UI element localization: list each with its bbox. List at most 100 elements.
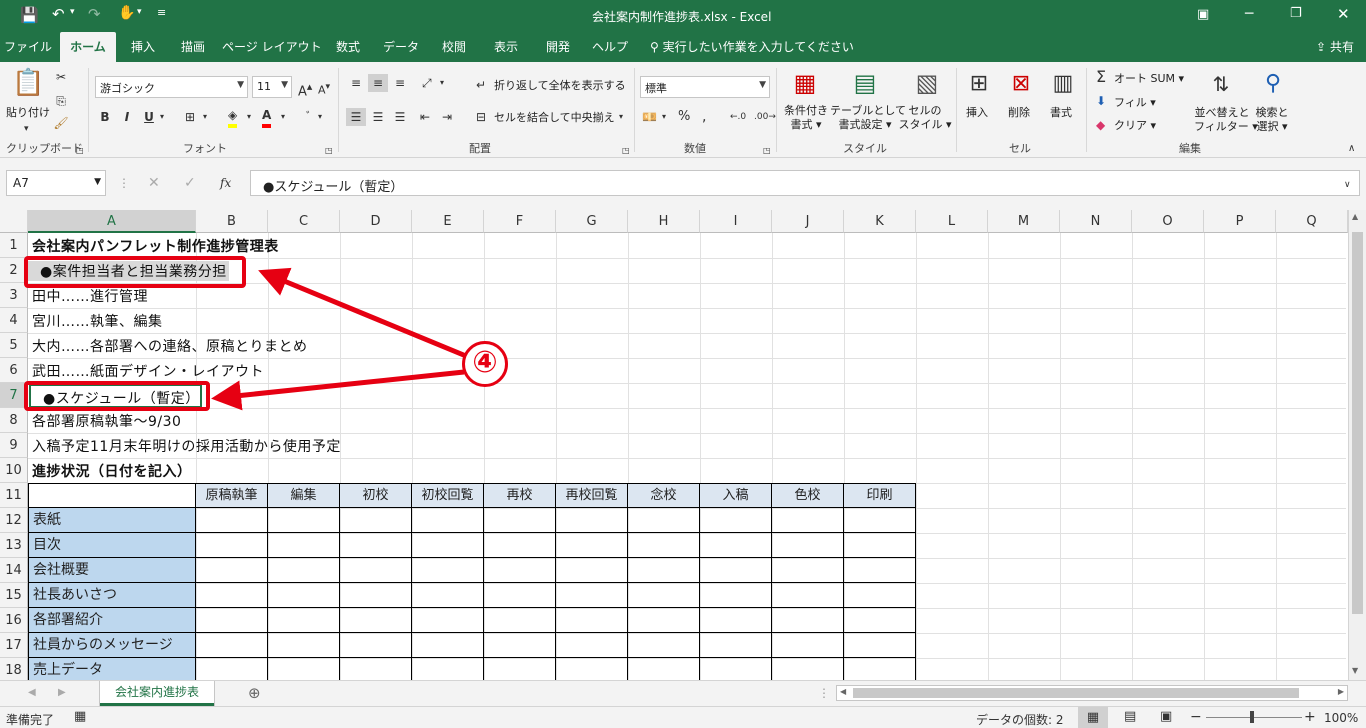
cell-styles-icon[interactable]: ▧ xyxy=(912,68,942,98)
cell-a9[interactable]: 入稿予定11月末年明けの採用活動から使用予定 xyxy=(28,436,341,456)
row-header[interactable]: 5 xyxy=(0,333,28,358)
tab-help[interactable]: ヘルプ xyxy=(586,32,634,62)
italic-button[interactable]: I xyxy=(120,108,134,126)
bold-button[interactable]: B xyxy=(98,108,112,126)
cell-a5[interactable]: 大内……各部署への連絡、原稿とりまとめ xyxy=(28,336,308,356)
column-header[interactable]: M xyxy=(988,210,1060,233)
font-size-select[interactable]: 11 ▼ xyxy=(252,76,292,98)
find-select-button[interactable]: 検索と 選択 ▾ xyxy=(1252,106,1292,134)
tab-view[interactable]: 表示 xyxy=(484,32,528,62)
row-header[interactable]: 6 xyxy=(0,358,28,383)
table-header-cell[interactable]: 念校 xyxy=(628,483,700,508)
page-layout-view-icon[interactable]: ▤ xyxy=(1124,709,1136,724)
conditional-format-icon[interactable]: ▦ xyxy=(790,68,820,98)
insert-cells-button[interactable]: 挿入 xyxy=(966,106,988,120)
save-icon[interactable]: 💾 xyxy=(20,6,39,24)
column-header[interactable]: C xyxy=(268,210,340,233)
split-handle-icon[interactable]: ⋮ xyxy=(818,684,830,702)
scroll-down-icon[interactable]: ▼ xyxy=(1352,666,1358,675)
select-all-corner[interactable] xyxy=(0,210,28,233)
find-select-icon[interactable]: ⚲ xyxy=(1258,70,1288,98)
cell-a4[interactable]: 宮川……執筆、編集 xyxy=(28,311,163,331)
align-top-icon[interactable]: ≡ xyxy=(346,74,366,92)
row-header[interactable]: 9 xyxy=(0,433,28,458)
wrap-text-icon[interactable]: ↵ xyxy=(476,76,486,94)
undo-icon[interactable]: ↶ xyxy=(52,5,65,23)
underline-dropdown-icon[interactable]: ▾ xyxy=(160,108,164,126)
borders-dropdown-icon[interactable]: ▾ xyxy=(203,108,207,126)
tell-me-search[interactable]: ⚲ 実行したい作業を入力してください xyxy=(650,32,854,62)
fill-dropdown-icon[interactable]: ▾ xyxy=(247,108,251,126)
zoom-out-icon[interactable]: − xyxy=(1190,709,1202,725)
row-header[interactable]: 16 xyxy=(0,608,28,633)
share-button[interactable]: ⇪ 共有 xyxy=(1308,32,1362,62)
row-header[interactable]: 1 xyxy=(0,233,28,258)
conditional-format-button[interactable]: 条件付き 書式 ▾ xyxy=(782,104,830,132)
table-row-label[interactable]: 表紙 xyxy=(28,508,196,533)
tab-draw[interactable]: 描画 xyxy=(170,32,216,62)
table-header-cell[interactable]: 再校 xyxy=(484,483,556,508)
cell-a8[interactable]: 各部署原稿執筆～9/30 xyxy=(28,411,181,431)
cancel-entry-icon[interactable]: ✕ xyxy=(148,174,160,192)
decrease-decimal-icon[interactable]: .00→ xyxy=(754,108,776,126)
row-header[interactable]: 18 xyxy=(0,658,28,680)
column-header[interactable]: K xyxy=(844,210,916,233)
table-row-label[interactable]: 目次 xyxy=(28,533,196,558)
cell-a1[interactable]: 会社案内パンフレット制作進捗管理表 xyxy=(28,236,279,256)
shrink-font-icon[interactable]: A▾ xyxy=(318,78,330,100)
clear-icon[interactable]: ◆ xyxy=(1096,116,1105,134)
insert-cells-icon[interactable]: ⊞ xyxy=(964,70,994,98)
paste-button[interactable]: 貼り付け xyxy=(6,106,50,120)
close-icon[interactable]: ✕ xyxy=(1337,5,1350,23)
confirm-entry-icon[interactable]: ✓ xyxy=(184,174,196,192)
grow-font-icon[interactable]: A▴ xyxy=(298,78,312,101)
font-color-dropdown-icon[interactable]: ▾ xyxy=(281,108,285,126)
column-header[interactable]: J xyxy=(772,210,844,233)
column-header[interactable]: Q xyxy=(1276,210,1348,233)
wrap-text-button[interactable]: 折り返して全体を表示する xyxy=(494,79,626,93)
column-header[interactable]: F xyxy=(484,210,556,233)
collapse-ribbon-icon[interactable]: ∧ xyxy=(1348,140,1355,158)
zoom-level[interactable]: 100% xyxy=(1324,711,1358,725)
zoom-in-icon[interactable]: + xyxy=(1304,709,1316,725)
align-left-icon[interactable]: ☰ xyxy=(346,108,366,126)
cell-styles-button[interactable]: セルの スタイル ▾ xyxy=(898,104,952,132)
column-header[interactable]: P xyxy=(1204,210,1276,233)
table-header-cell[interactable]: 初校 xyxy=(340,483,412,508)
align-bottom-icon[interactable]: ≡ xyxy=(390,74,410,92)
column-header[interactable]: I xyxy=(700,210,772,233)
name-box[interactable]: A7 ▼ xyxy=(6,170,106,196)
format-painter-icon[interactable]: 🖌 xyxy=(52,114,70,132)
table-header-cell[interactable]: 再校回覧 xyxy=(556,483,628,508)
row-header[interactable]: 8 xyxy=(0,408,28,433)
customize-qat-icon[interactable]: ≡ xyxy=(157,6,166,19)
font-name-select[interactable]: 游ゴシック ▼ xyxy=(95,76,248,98)
insert-function-button[interactable]: fx xyxy=(220,174,231,192)
merge-center-icon[interactable]: ⊟ xyxy=(476,108,486,126)
orientation-dropdown-icon[interactable]: ▾ xyxy=(440,74,444,92)
format-cells-icon[interactable]: ▥ xyxy=(1048,70,1078,98)
tab-developer[interactable]: 開発 xyxy=(536,32,580,62)
table-corner-cell[interactable] xyxy=(28,483,196,508)
phonetic-icon[interactable]: ﾞ xyxy=(306,108,312,126)
tab-page-layout[interactable]: ページ レイアウト xyxy=(222,32,322,62)
autosum-icon[interactable]: Σ xyxy=(1096,68,1106,86)
column-header[interactable]: D xyxy=(340,210,412,233)
tab-home[interactable]: ホーム xyxy=(60,32,116,62)
align-middle-icon[interactable]: ≡ xyxy=(368,74,388,92)
accounting-format-icon[interactable]: 💴 xyxy=(642,108,657,126)
increase-decimal-icon[interactable]: ←.0 xyxy=(730,108,746,126)
fill-color-icon[interactable]: ◈ xyxy=(228,106,238,128)
scroll-next-sheet-icon[interactable]: ▶ xyxy=(58,684,66,702)
phonetic-dropdown-icon[interactable]: ▾ xyxy=(318,108,322,126)
normal-view-icon[interactable]: ▦ xyxy=(1078,707,1108,728)
clear-button[interactable]: クリア ▾ xyxy=(1114,119,1156,133)
table-row-label[interactable]: 各部署紹介 xyxy=(28,608,196,633)
paste-dropdown-icon[interactable]: ▾ xyxy=(24,120,29,138)
touch-mode-icon[interactable]: ✋ xyxy=(118,5,135,21)
row-header[interactable]: 14 xyxy=(0,558,28,583)
scroll-left-icon[interactable]: ◀ xyxy=(840,687,846,696)
increase-indent-icon[interactable]: ⇥ xyxy=(442,108,452,126)
formula-bar-options-icon[interactable]: ⋮ xyxy=(118,174,130,192)
row-header[interactable]: 3 xyxy=(0,283,28,308)
